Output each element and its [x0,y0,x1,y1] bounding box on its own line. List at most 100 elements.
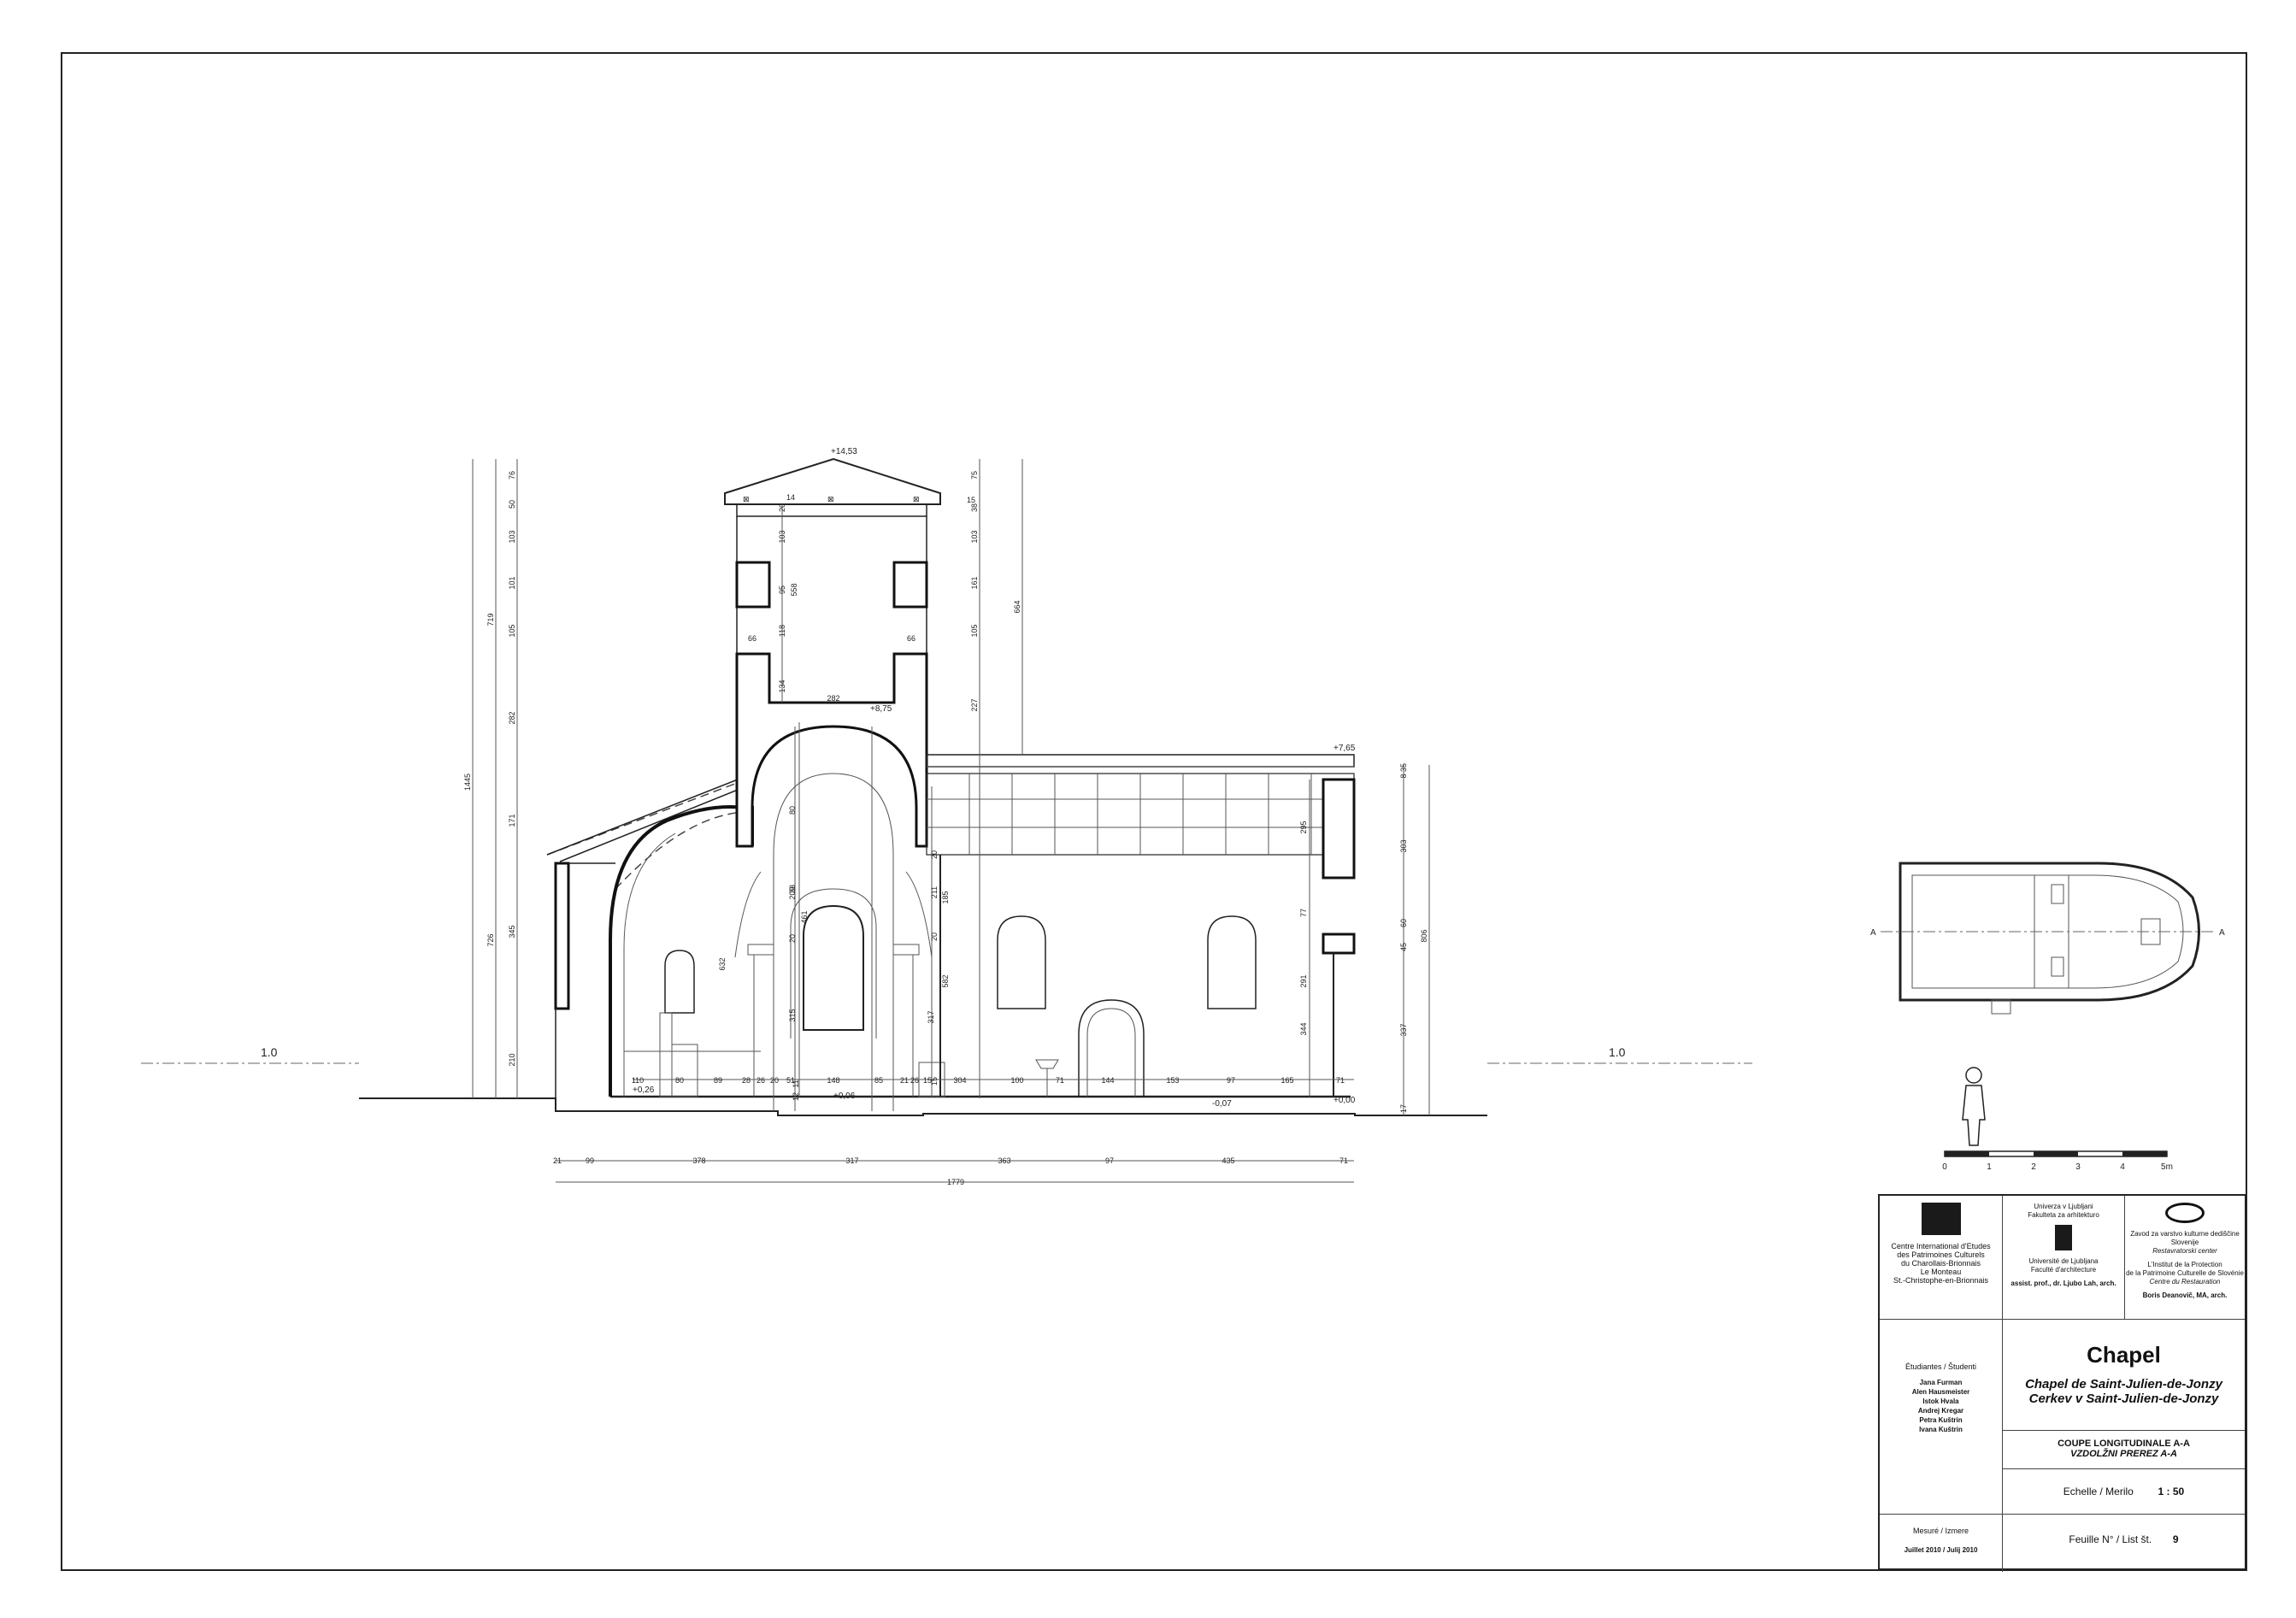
nave-window-1 [997,915,1046,1009]
dim-floor: 15 [923,1076,932,1085]
dim-end-chain: 303 [1399,839,1408,852]
dim-nave-right: 295 [1299,821,1308,833]
measured-date: Juillet 2010 / Julij 2010 [1904,1546,1978,1554]
tower-base [735,652,928,848]
student-1: Jana Furman [1919,1379,1963,1386]
chapel-altar-post [659,1012,673,1097]
dim-arch: 317 [927,1010,935,1023]
dim-arch: 632 [718,957,727,970]
dim-left-upper: 719 [486,613,495,626]
level-floor-nave: -0,07 [1212,1099,1232,1109]
dim-arch: 20 [930,850,939,859]
dim-right-chain: 161 [970,576,979,589]
porch-vault-dashed [615,811,745,890]
cieppc-line-3: du Charollais-Brionnais [1900,1259,1981,1268]
dim-floor: 28 [742,1076,751,1085]
dim-tower-inner: 103 [778,530,786,543]
zvkds-line-5: de la Patrimoine Culturelle de Slovénie [2126,1269,2244,1277]
dim-floor: 97 [1227,1076,1235,1085]
sheet-number-label: Feuille N° / List št. [2069,1533,2152,1545]
nave-window-2 [1207,915,1257,1009]
students-box: Étudiantes / Študenti Jana Furman Alen H… [1880,1320,2002,1515]
cieppc-line-5: St.-Christophe-en-Brionnais [1893,1276,1989,1285]
column-capital-right [892,944,920,956]
dim-floor: 85 [874,1076,883,1085]
site-plan: A A [1870,862,2225,1015]
truss-posts [968,774,1312,855]
dim-tower-wall-left: 66 [748,634,757,643]
institution-ul-fa: Univerza v Ljubljani Fakulteta za arhite… [2003,1196,2125,1320]
section-box: COUPE LONGITUDINALE A-A VZDOLŽNI PREREZ … [2003,1431,2245,1469]
dimension-labels: 1445719726765010310110528217134521066422… [463,471,1428,1186]
plan-porch-step [1991,999,2011,1015]
dim-floor: 89 [714,1076,722,1085]
dim-tower-inner: 95 [778,585,786,594]
student-3: Istok Hvala [1922,1397,1959,1405]
dim-floor: 165 [1280,1076,1293,1085]
tower-frieze [736,503,927,517]
student-6: Ivana Kuštrin [1919,1426,1963,1433]
plan-section-right: A [2219,928,2225,938]
dim-floor: 26 [757,1076,765,1085]
nave-roof [926,754,1355,768]
dim-floor: 304 [953,1076,966,1085]
dim-arch: 20 [788,934,797,943]
scale-bar-tick: 0 [1942,1162,1947,1172]
dimension-lines [472,459,1430,1183]
dim-bottom-total: 1779 [947,1178,964,1186]
dim-arch: 315 [788,1009,797,1021]
dim-end-chain: 8 [1399,774,1408,778]
dim-bottom-chain: 21 [553,1156,562,1165]
measured-label: Mesuré / Izmere [1912,1527,1969,1535]
sheet-number-value: 9 [2172,1533,2179,1545]
student-5: Petra Kuštrin [1919,1416,1963,1424]
dim-nave-right: 344 [1299,1022,1308,1035]
dim-floor: 51 [786,1076,795,1085]
scale-value: 1 : 50 [2158,1486,2185,1497]
tower-x3: ⊠ [913,495,920,503]
dim-end-chain: 17 [1399,1104,1408,1113]
dim-tower-inner: 20 [778,503,786,512]
ground-label-left: 1.0 [261,1045,278,1059]
longitudinal-section: 1.0 1.0 ⊠ ⊠ ⊠ +14,53 +8,75 +7,65 +0,26 +… [141,447,2225,1186]
scale-bar: 0 1 2 3 4 5m [1942,1150,2173,1172]
scale-bar-tick: 1 [1987,1162,1992,1172]
dim-left-chain: 282 [508,711,516,724]
dim-bottom-chain: 435 [1222,1156,1234,1165]
student-4: Andrej Kregar [1917,1407,1964,1415]
section-fr: COUPE LONGITUDINALE A-A [2058,1439,2190,1449]
students-heading: Étudiantes / Študenti [1905,1362,1977,1371]
cieppc-line-4: Le Monteau [1920,1268,1962,1276]
chapel-window [664,950,695,1014]
institutions-row: Centre International d'Etudes des Patrim… [1880,1196,2245,1320]
dim-left-chain: 50 [508,500,516,509]
level-floor-apse: +0,06 [833,1091,856,1101]
dim-floor: 71 [1056,1076,1064,1085]
dim-right-lower: 227 [970,698,979,711]
dim-end-chain: 337 [1399,1023,1408,1036]
dim-end-chain: 35 [1399,763,1408,772]
dim-arch: 20 [930,933,939,941]
ul-line-1: Univerza v Ljubljani [2034,1203,2093,1210]
dim-tower-inner: 134 [778,680,786,692]
tower-x2: ⊠ [827,495,834,503]
dim-floor: 21 [900,1076,909,1085]
human-figure [1962,1067,1986,1146]
dim-end-chain: 60 [1399,919,1408,927]
apse-window [803,904,864,1031]
zvkds-line-4: L'Institut de la Protection [2147,1261,2222,1268]
dim-arch: 209 [788,886,797,899]
tower-opening-left [735,561,771,609]
dim-right-chain: 105 [970,624,979,637]
level-roof-top: +14,53 [831,447,857,456]
cieppc-line-1: Centre International d'Etudes [1891,1242,1991,1250]
level-floor-front: +0,26 [633,1086,655,1095]
nave-end-wall-mid [1322,933,1356,955]
dim-end-chain: 45 [1399,943,1408,951]
dim-floor: 71 [1336,1076,1345,1085]
ul-line-2: Fakulteta za arhitekturo [2028,1211,2099,1219]
dim-left-chain: 103 [508,530,516,543]
dim-bottom-chain: 363 [998,1156,1010,1165]
dim-bottom-chain: 99 [586,1156,594,1165]
front-arch-outline [609,805,754,1097]
